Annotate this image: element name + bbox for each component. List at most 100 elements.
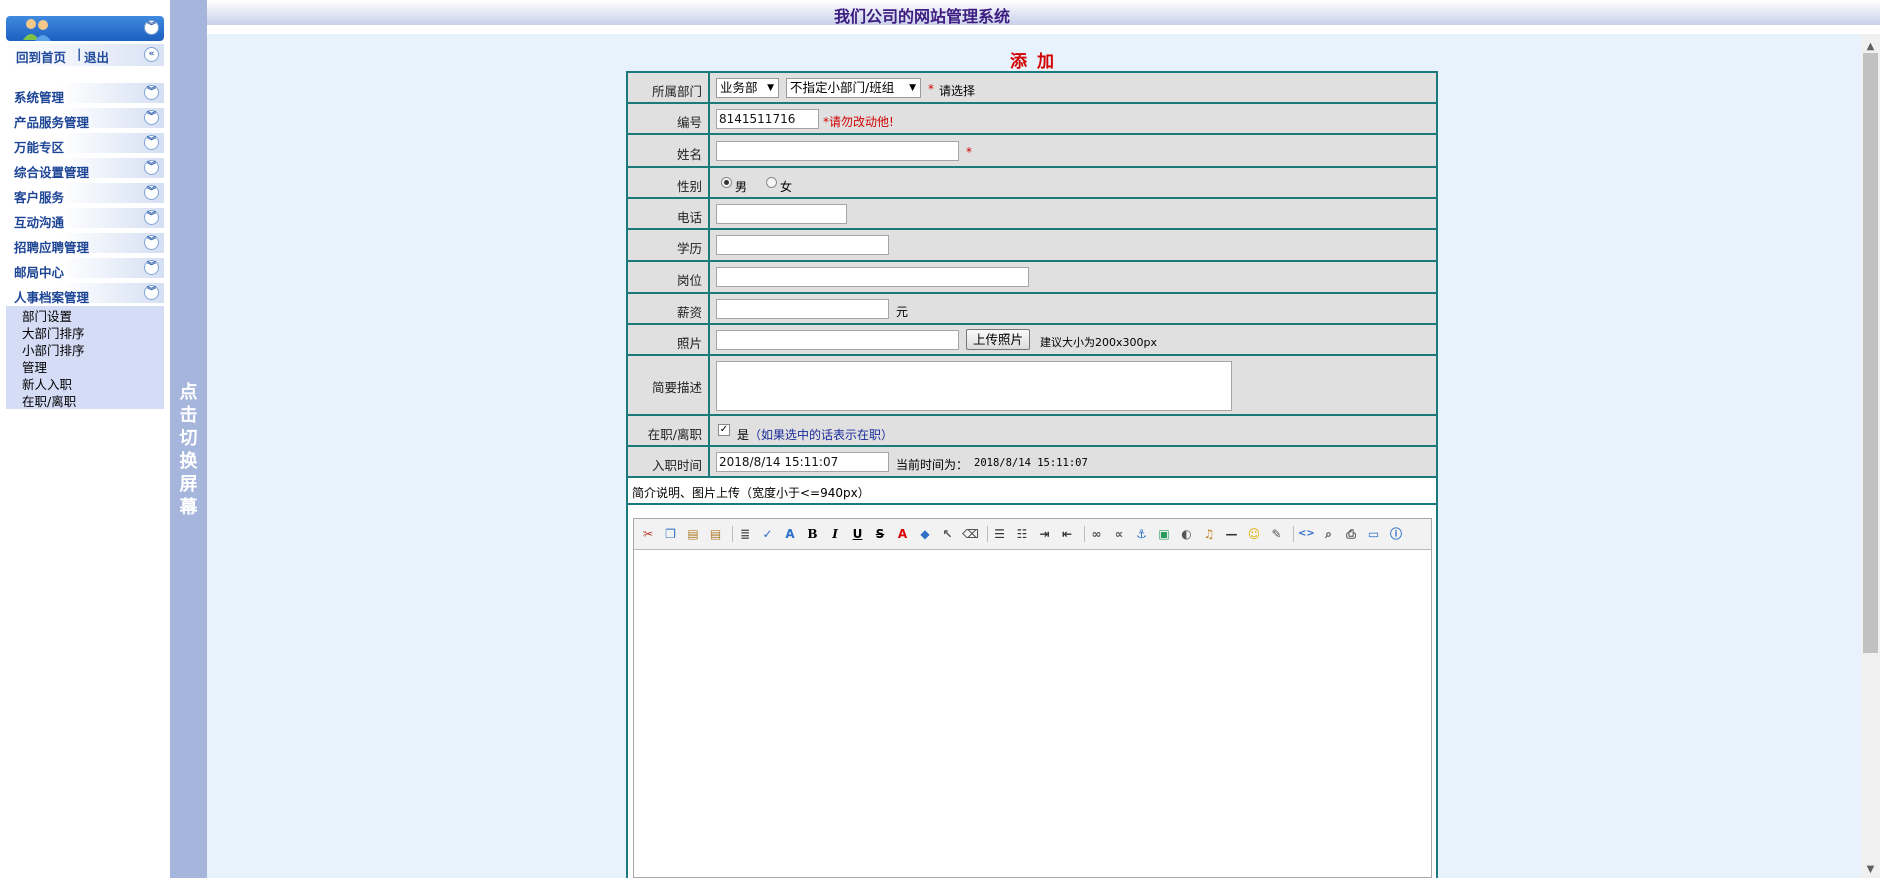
row-intro-label: 简介说明、图片上传（宽度小于<=940px）: [628, 478, 1436, 503]
label-position: 岗位: [676, 273, 702, 288]
menu-item-hr[interactable]: 人事档案管理 ︾: [6, 283, 164, 305]
copy-icon[interactable]: ❐: [663, 526, 679, 542]
salary-input[interactable]: [716, 299, 889, 319]
indent-icon[interactable]: ⇥: [1037, 526, 1053, 542]
scrollbar[interactable]: ▲ ▼: [1861, 34, 1880, 878]
phone-input[interactable]: [716, 204, 847, 224]
menu-item-system[interactable]: 系统管理 ︾: [6, 83, 164, 105]
menu-item-label: 招聘应聘管理: [14, 240, 90, 255]
preview-icon[interactable]: ⌕: [1321, 526, 1337, 542]
label-gender: 性别: [676, 179, 702, 194]
expand-icon[interactable]: ︾: [144, 260, 159, 275]
menu-item-interaction[interactable]: 互动沟通 ︾: [6, 208, 164, 230]
expand-icon[interactable]: ︾: [144, 210, 159, 225]
label-hire-time: 入职时间: [651, 458, 702, 473]
select-icon[interactable]: ↖: [940, 526, 956, 542]
menu-item-mail[interactable]: 邮局中心 ︾: [6, 258, 164, 280]
small-department-select[interactable]: 不指定小部门/班组 ▼: [786, 78, 921, 98]
about-icon[interactable]: ⓘ: [1388, 526, 1404, 542]
format-block-icon[interactable]: ≣: [737, 526, 753, 542]
menu-item-label: 综合设置管理: [14, 165, 90, 180]
status-checkbox[interactable]: ✓: [718, 424, 730, 436]
cut-icon[interactable]: ✂: [640, 526, 656, 542]
number-input[interactable]: 8141511716: [716, 109, 819, 129]
flash-icon[interactable]: ◐: [1179, 526, 1195, 542]
list-icon[interactable]: ☷: [1014, 526, 1030, 542]
font-icon[interactable]: A: [782, 526, 798, 542]
screen-toggle-bar[interactable]: 点击切换屏幕: [170, 0, 207, 878]
collapse-menu-icon[interactable]: ︾: [144, 20, 159, 35]
menu-item-label: 互动沟通: [14, 215, 65, 230]
label-salary: 薪资: [676, 305, 702, 320]
description-textarea[interactable]: [716, 361, 1232, 411]
expand-icon[interactable]: ︾: [144, 235, 159, 250]
gender-male-radio[interactable]: [721, 177, 732, 188]
bold-icon[interactable]: B: [805, 526, 821, 542]
print-icon[interactable]: ⎙: [1343, 526, 1359, 542]
menu-item-universal[interactable]: 万能专区 ︾: [6, 133, 164, 155]
expand-icon[interactable]: ︾: [144, 285, 159, 300]
spellcheck-icon[interactable]: ✓: [760, 526, 776, 542]
image-icon[interactable]: ▣: [1156, 526, 1172, 542]
menu-header: ︾: [6, 16, 164, 41]
salary-unit: 元: [896, 305, 909, 319]
fullscreen-icon[interactable]: ▭: [1366, 526, 1382, 542]
expand-icon[interactable]: ︾: [144, 110, 159, 125]
source-icon[interactable]: <>: [1298, 526, 1315, 542]
submenu-item-status[interactable]: 在职/离职: [22, 391, 76, 410]
menu-item-label: 客户服务: [14, 190, 65, 205]
unlink-icon[interactable]: ∝: [1111, 526, 1127, 542]
expand-icon[interactable]: ︾: [144, 185, 159, 200]
education-input[interactable]: [716, 235, 889, 255]
background-color-icon[interactable]: ◆: [917, 526, 933, 542]
rich-text-editor: ✂ ❐ ▤ ▤ ≣ ✓ A B I U S A ◆ ↖ ⌫ ☰ ☷ ⇥ ⇤ ∞ ∝ ⚓ ▣ ◐ ♫ — ☺ ✎ <> ⌕ ⎙ ▭ ⓘ: [633, 518, 1432, 878]
number-warning: *请勿改动他!: [823, 115, 894, 129]
app-title: 我们公司的网站管理系统: [833, 7, 1010, 26]
horizontal-rule-icon[interactable]: —: [1224, 526, 1240, 542]
strikethrough-icon[interactable]: S: [872, 526, 888, 542]
link-icon[interactable]: ∞: [1089, 526, 1105, 542]
paste-text-icon[interactable]: ▤: [708, 526, 724, 542]
outdent-icon[interactable]: ⇤: [1059, 526, 1075, 542]
label-status: 在职/离职: [647, 427, 702, 442]
editor-toolbar: ✂ ❐ ▤ ▤ ≣ ✓ A B I U S A ◆ ↖ ⌫ ☰ ☷ ⇥ ⇤ ∞ ∝ ⚓ ▣ ◐ ♫ — ☺ ✎ <> ⌕ ⎙ ▭ ⓘ: [634, 519, 1431, 550]
expand-icon[interactable]: ︾: [144, 160, 159, 175]
scroll-thumb[interactable]: [1863, 53, 1878, 653]
editor-content-area[interactable]: [634, 550, 1431, 877]
align-left-icon[interactable]: ☰: [992, 526, 1008, 542]
menu-item-settings[interactable]: 综合设置管理 ︾: [6, 158, 164, 180]
row-photo: 照片 上传照片 建议大小为200x300px: [628, 325, 1436, 354]
label-name: 姓名: [676, 147, 702, 162]
row-education: 学历: [628, 230, 1436, 260]
menu-item-customer-service[interactable]: 客户服务 ︾: [6, 183, 164, 205]
anchor-icon[interactable]: ⚓: [1134, 526, 1150, 542]
position-input[interactable]: [716, 267, 1029, 287]
upload-photo-button[interactable]: 上传照片: [966, 329, 1031, 350]
gender-female-radio[interactable]: [766, 177, 777, 188]
collapse-left-icon[interactable]: «: [144, 47, 159, 62]
scroll-down-icon[interactable]: ▼: [1861, 861, 1880, 878]
gender-female-label: 女: [780, 180, 793, 194]
big-department-select[interactable]: 业务部 ▼: [716, 78, 779, 98]
underline-icon[interactable]: U: [850, 526, 866, 542]
photo-path-input[interactable]: [716, 330, 959, 350]
paste-icon[interactable]: ▤: [685, 526, 701, 542]
menu-item-label: 系统管理: [14, 90, 65, 105]
media-icon[interactable]: ♫: [1201, 526, 1217, 542]
home-link[interactable]: 回到首页: [16, 47, 66, 66]
toggle-text-char: 点: [179, 382, 198, 403]
font-color-icon[interactable]: A: [895, 526, 911, 542]
intro-label: 简介说明、图片上传（宽度小于<=940px）: [632, 486, 870, 500]
italic-icon[interactable]: I: [827, 526, 843, 542]
expand-icon[interactable]: ︾: [144, 85, 159, 100]
name-input[interactable]: [716, 141, 959, 161]
hire-time-input[interactable]: 2018/8/14 15:11:07: [716, 452, 889, 472]
logout-link[interactable]: 退出: [84, 47, 109, 66]
row-gender: 性别 男 女: [628, 168, 1436, 197]
menu-item-products[interactable]: 产品服务管理 ︾: [6, 108, 164, 130]
menu-item-recruitment[interactable]: 招聘应聘管理 ︾: [6, 233, 164, 255]
smiley-icon[interactable]: ☺: [1246, 526, 1262, 542]
remove-format-icon[interactable]: ⌫: [962, 526, 979, 542]
edit-icon[interactable]: ✎: [1269, 526, 1285, 542]
expand-icon[interactable]: ︾: [144, 135, 159, 150]
